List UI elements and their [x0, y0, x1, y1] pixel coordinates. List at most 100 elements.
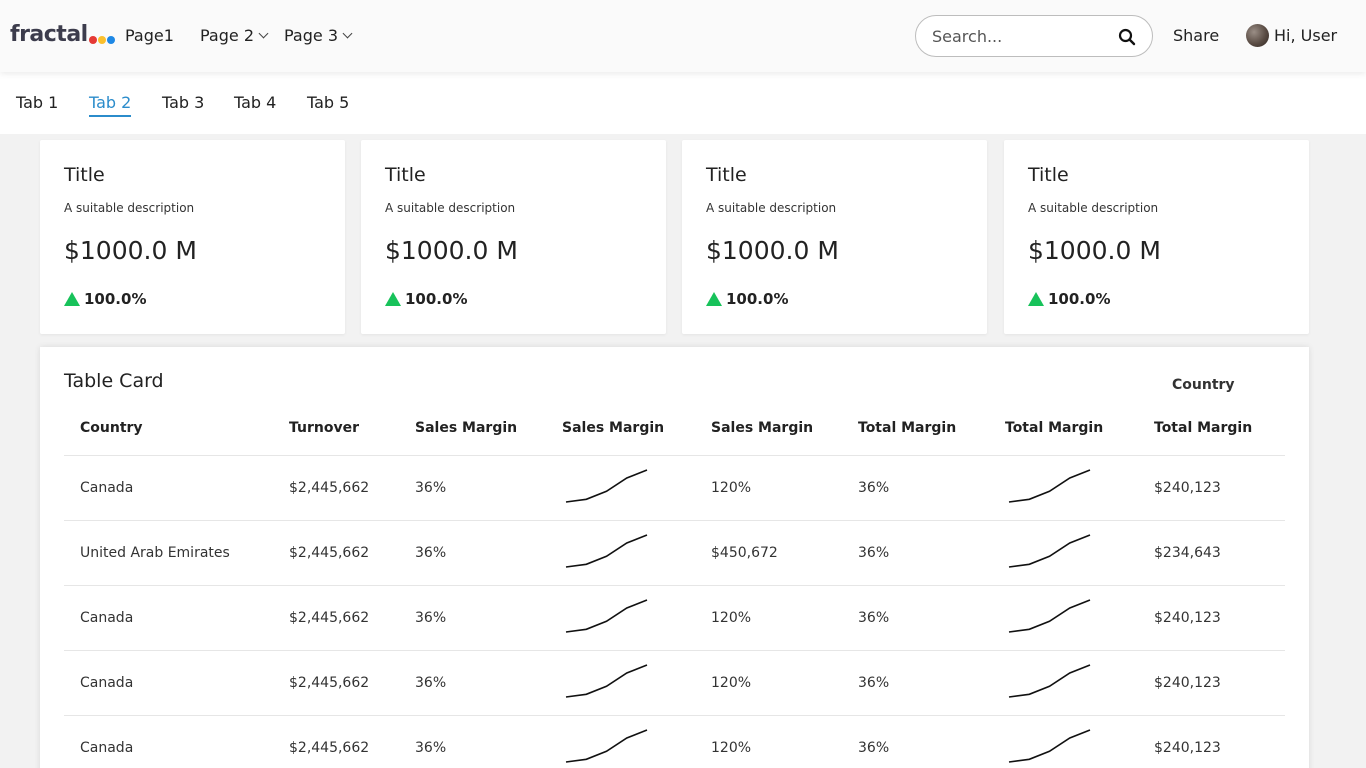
- logo-dots: [88, 36, 115, 44]
- cell-turnover: $2,445,662: [289, 480, 370, 496]
- trend-up-icon: [385, 292, 401, 306]
- search-icon[interactable]: [1118, 28, 1136, 46]
- table-card: Table Card Country Country Turnover Sale…: [40, 347, 1309, 768]
- kpi-card: Title A suitable description $1000.0 M 1…: [361, 140, 666, 334]
- logo-dot-yellow: [97, 36, 106, 44]
- chevron-down-icon: [258, 28, 269, 39]
- kpi-title: Title: [64, 164, 105, 186]
- cell-total-margin-value: $240,123: [1154, 610, 1221, 626]
- kpi-value: $1000.0 M: [64, 236, 197, 265]
- cell-country: Canada: [80, 675, 134, 691]
- cell-total-margin: 36%: [858, 545, 890, 561]
- nav-page3[interactable]: Page 3: [284, 26, 353, 45]
- user-greeting: Hi, User: [1274, 26, 1338, 45]
- table-row[interactable]: Canada $2,445,662 36% 120% 36% $240,123: [64, 455, 1285, 520]
- table-row[interactable]: Canada $2,445,662 36% 120% 36% $240,123: [64, 715, 1285, 768]
- sparkline-path: [1008, 729, 1091, 763]
- cell-sales-margin-value: 120%: [711, 740, 752, 756]
- sparkline-path: [565, 729, 648, 763]
- kpi-change-value: 100.0%: [726, 290, 789, 308]
- sparkline-total-margin: [1008, 729, 1091, 763]
- logo-text: fractal: [10, 22, 88, 47]
- logo-dot-red: [88, 36, 97, 44]
- country-filter[interactable]: Country: [1172, 377, 1235, 393]
- column-header-turnover[interactable]: Turnover: [289, 420, 359, 436]
- nav-page1[interactable]: Page1: [125, 26, 174, 45]
- sparkline-path: [1008, 534, 1091, 568]
- column-header-sales-margin-value[interactable]: Sales Margin: [711, 420, 813, 436]
- cell-country: United Arab Emirates: [80, 545, 230, 561]
- user-menu[interactable]: Hi, User: [1246, 24, 1337, 47]
- sparkline-total-margin: [1008, 664, 1091, 698]
- sparkline-sales-margin: [565, 599, 648, 633]
- trend-up-icon: [1028, 292, 1044, 306]
- tab-bar: Tab 1 Tab 2 Tab 3 Tab 4 Tab 5: [0, 72, 1366, 122]
- trend-up-icon: [706, 292, 722, 306]
- tab-3[interactable]: Tab 3: [162, 93, 204, 115]
- kpi-change-value: 100.0%: [84, 290, 147, 308]
- sparkline-path: [1008, 664, 1091, 698]
- cell-country: Canada: [80, 740, 134, 756]
- kpi-value: $1000.0 M: [385, 236, 518, 265]
- cell-sales-margin: 36%: [415, 545, 447, 561]
- cell-turnover: $2,445,662: [289, 545, 370, 561]
- sparkline-total-margin: [1008, 599, 1091, 633]
- cell-total-margin: 36%: [858, 740, 890, 756]
- kpi-change: 100.0%: [64, 290, 146, 308]
- cell-country: Canada: [80, 480, 134, 496]
- sparkline-sales-margin: [565, 664, 648, 698]
- column-header-total-margin-trend[interactable]: Total Margin: [1005, 420, 1103, 436]
- sparkline-sales-margin: [565, 729, 648, 763]
- cell-sales-margin-value: 120%: [711, 610, 752, 626]
- nav-page1-label: Page1: [125, 26, 174, 45]
- sparkline-sales-margin: [565, 469, 648, 503]
- column-header-country[interactable]: Country: [80, 420, 143, 436]
- cell-sales-margin: 36%: [415, 740, 447, 756]
- search-input[interactable]: [932, 25, 1112, 47]
- cell-total-margin: 36%: [858, 675, 890, 691]
- cell-total-margin-value: $240,123: [1154, 480, 1221, 496]
- kpi-card: Title A suitable description $1000.0 M 1…: [682, 140, 987, 334]
- content-top-strip: [0, 122, 1366, 134]
- fractal-logo[interactable]: fractal: [10, 22, 115, 48]
- chevron-down-icon: [342, 28, 353, 39]
- kpi-title: Title: [1028, 164, 1069, 186]
- sparkline-path: [1008, 469, 1091, 503]
- cell-total-margin: 36%: [858, 610, 890, 626]
- column-header-sales-margin-trend[interactable]: Sales Margin: [562, 420, 664, 436]
- sparkline-total-margin: [1008, 534, 1091, 568]
- share-button[interactable]: Share: [1173, 26, 1219, 45]
- table-row[interactable]: Canada $2,445,662 36% 120% 36% $240,123: [64, 650, 1285, 715]
- column-header-sales-margin[interactable]: Sales Margin: [415, 420, 517, 436]
- cell-sales-margin: 36%: [415, 610, 447, 626]
- kpi-description: A suitable description: [706, 201, 837, 215]
- tab-2[interactable]: Tab 2: [89, 93, 132, 117]
- kpi-change: 100.0%: [385, 290, 467, 308]
- nav-page2-label: Page 2: [200, 26, 254, 45]
- cell-total-margin-value: $240,123: [1154, 740, 1221, 756]
- kpi-card: Title A suitable description $1000.0 M 1…: [1004, 140, 1309, 334]
- cell-sales-margin-value: $450,672: [711, 545, 778, 561]
- table-row[interactable]: Canada $2,445,662 36% 120% 36% $240,123: [64, 585, 1285, 650]
- table-row[interactable]: United Arab Emirates $2,445,662 36% $450,67…: [64, 520, 1285, 585]
- cell-sales-margin-value: 120%: [711, 480, 752, 496]
- column-header-total-margin-value[interactable]: Total Margin: [1154, 420, 1252, 436]
- kpi-description: A suitable description: [1028, 201, 1159, 215]
- column-header-total-margin[interactable]: Total Margin: [858, 420, 956, 436]
- sparkline-total-margin: [1008, 469, 1091, 503]
- cell-turnover: $2,445,662: [289, 610, 370, 626]
- tab-4[interactable]: Tab 4: [234, 93, 276, 115]
- cell-sales-margin: 36%: [415, 480, 447, 496]
- table-card-title: Table Card: [64, 370, 164, 392]
- trend-up-icon: [64, 292, 80, 306]
- kpi-title: Title: [385, 164, 426, 186]
- nav-page2[interactable]: Page 2: [200, 26, 269, 45]
- cell-turnover: $2,445,662: [289, 740, 370, 756]
- cell-turnover: $2,445,662: [289, 675, 370, 691]
- cell-total-margin: 36%: [858, 480, 890, 496]
- tab-1[interactable]: Tab 1: [16, 93, 58, 115]
- sparkline-path: [565, 599, 648, 633]
- tab-5[interactable]: Tab 5: [307, 93, 349, 115]
- cell-total-margin-value: $240,123: [1154, 675, 1221, 691]
- kpi-change-value: 100.0%: [1048, 290, 1111, 308]
